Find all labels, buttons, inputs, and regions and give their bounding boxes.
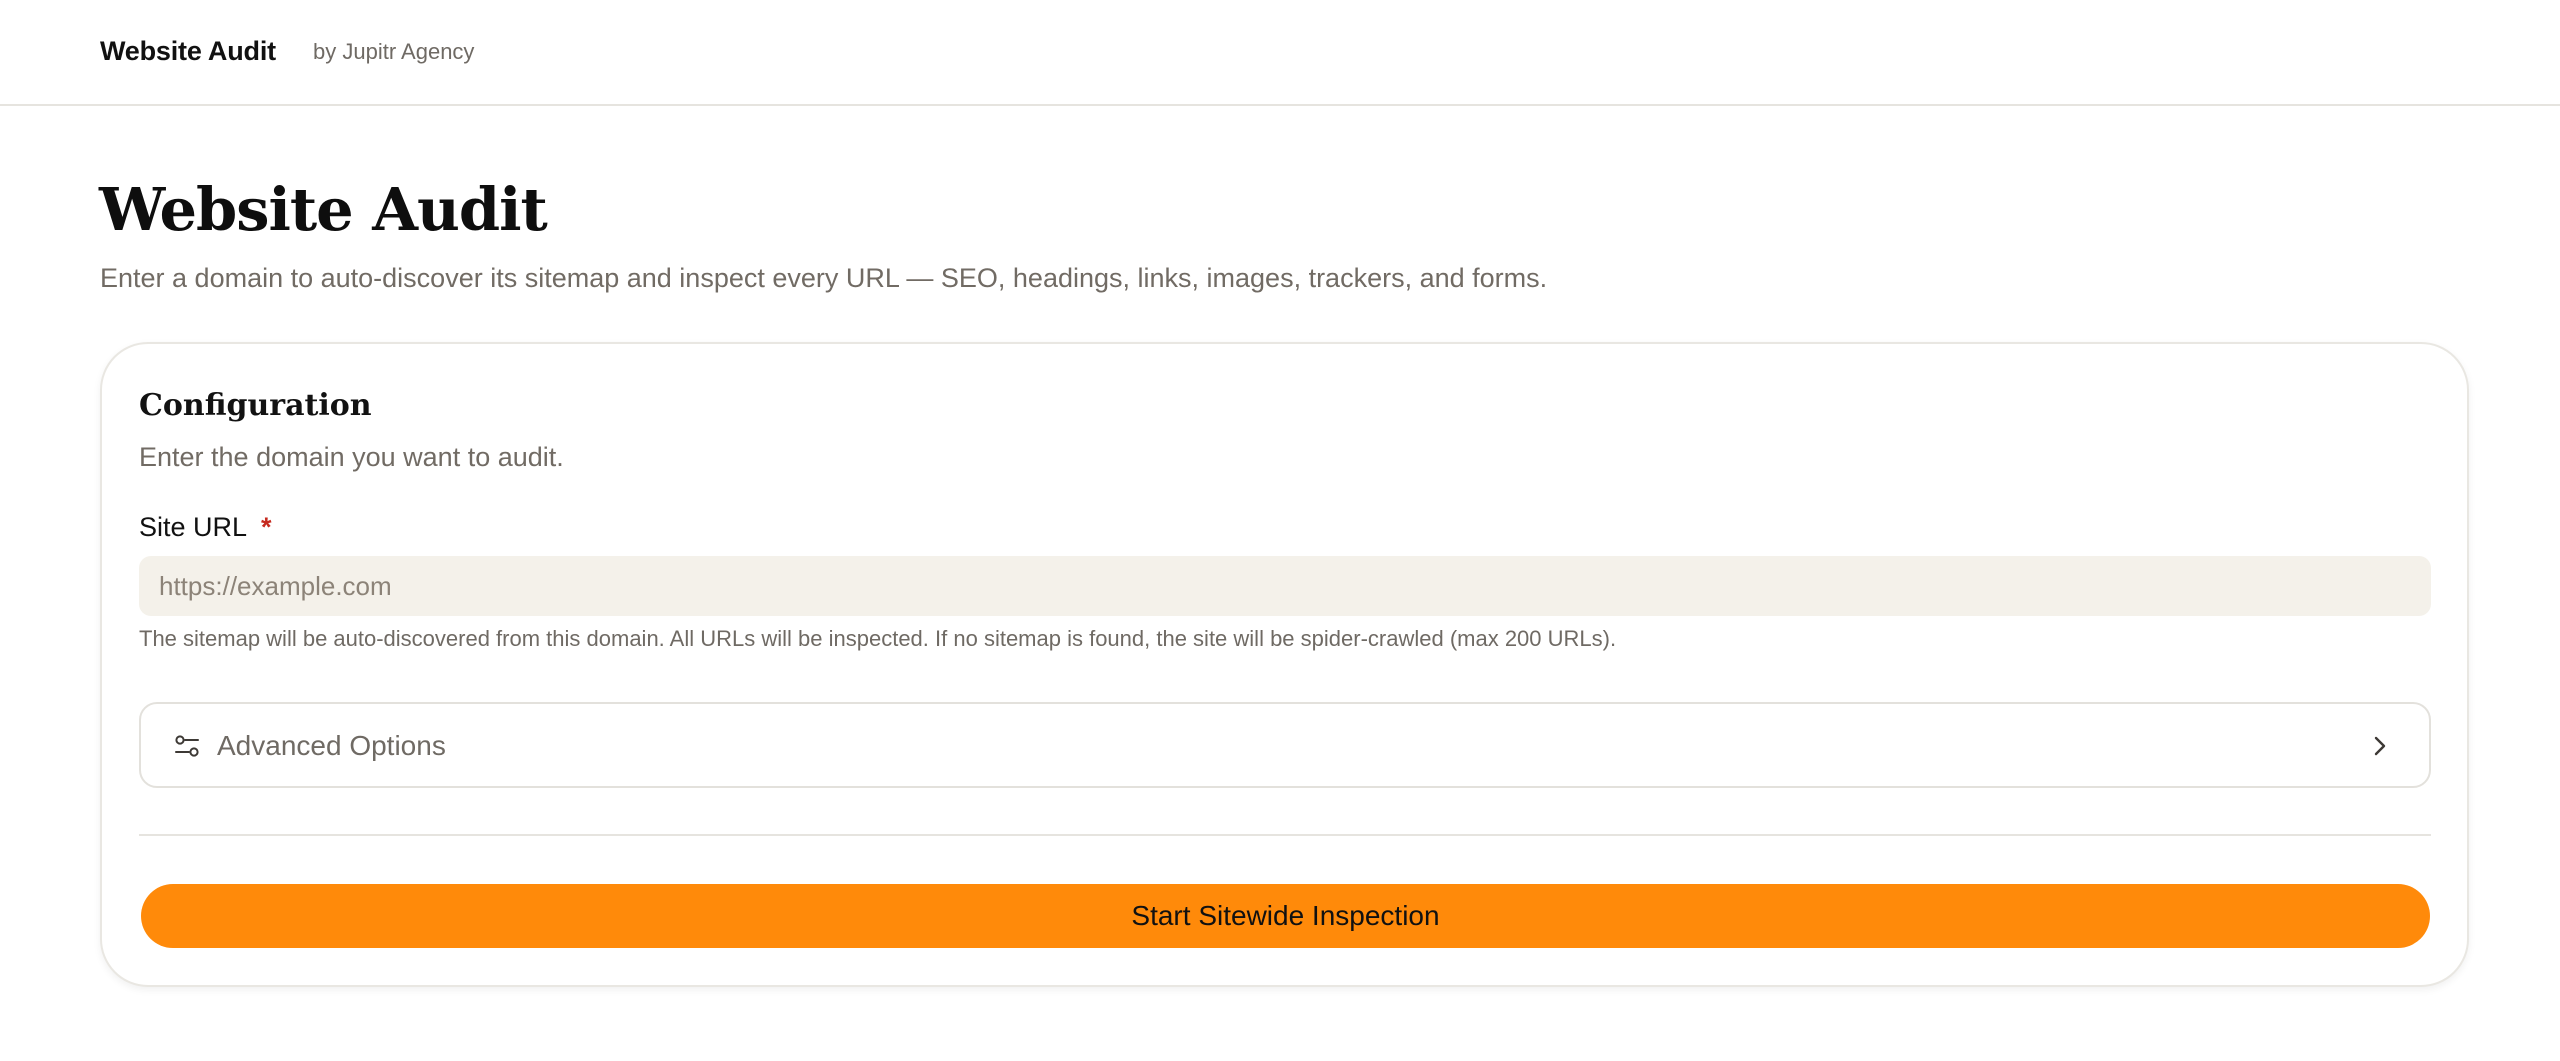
site-url-label-text: Site URL [139, 512, 248, 542]
card-description: Enter the domain you want to audit. [139, 442, 564, 472]
site-url-input[interactable] [139, 556, 2431, 616]
card-title: Configuration [139, 388, 372, 423]
site-url-help: The sitemap will be auto-discovered from… [139, 626, 1617, 651]
page-title: Website Audit [99, 175, 548, 244]
required-indicator: * [261, 512, 272, 542]
top-bar: Website Audit by Jupitr Agency [0, 0, 2560, 106]
advanced-options-toggle[interactable]: Advanced Options [139, 702, 2431, 788]
divider [139, 834, 2431, 836]
page-subtitle: Enter a domain to auto-discover its site… [100, 263, 1548, 293]
brand-name[interactable]: Website Audit [100, 36, 276, 67]
site-url-label: Site URL * [139, 512, 272, 543]
start-inspection-button[interactable]: Start Sitewide Inspection [141, 884, 2430, 948]
brand-byline: by Jupitr Agency [313, 39, 475, 64]
sliders-icon [175, 735, 199, 757]
advanced-options-label: Advanced Options [217, 730, 446, 761]
chevron-right-icon [2374, 736, 2386, 756]
configuration-card: Configuration Enter the domain you want … [100, 342, 2469, 987]
